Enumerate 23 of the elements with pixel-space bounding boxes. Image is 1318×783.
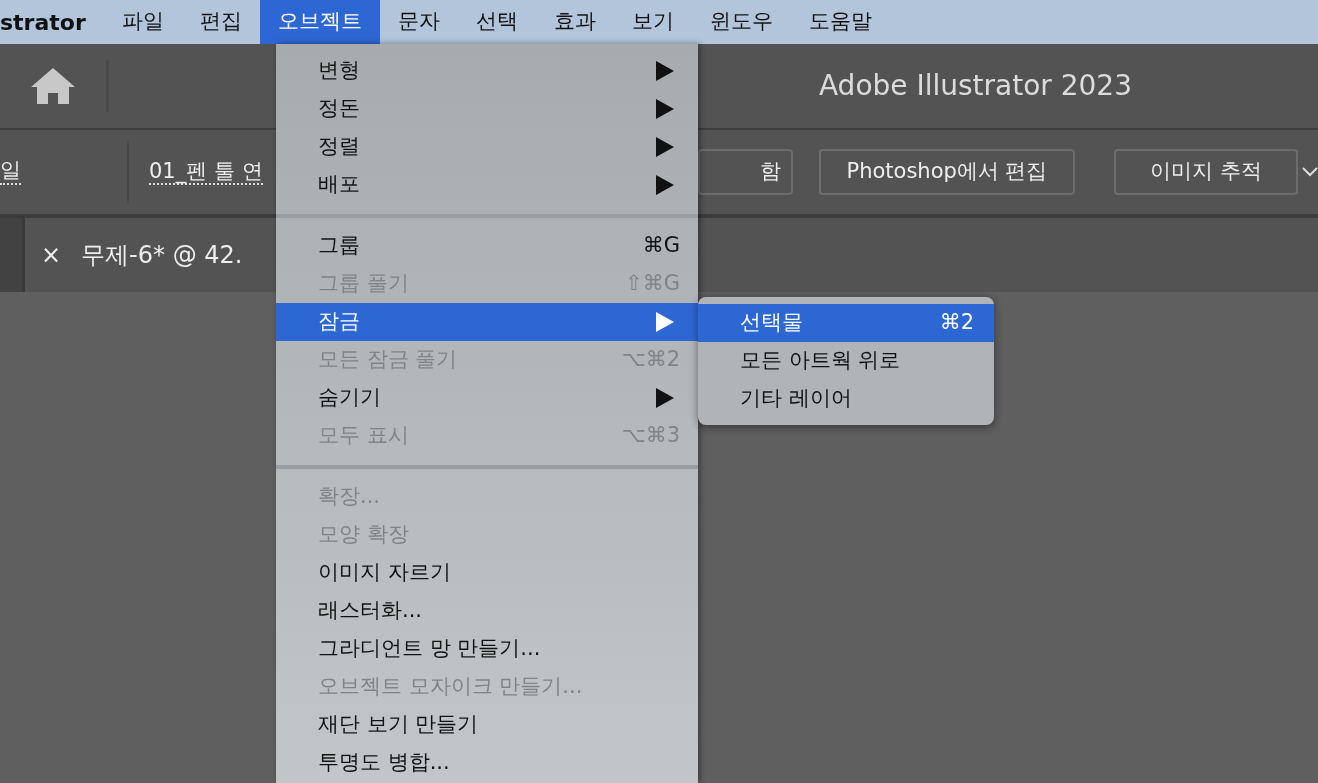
menu-entry-label: 그룹 bbox=[318, 232, 360, 260]
shortcut-text: ⌘G bbox=[642, 232, 680, 260]
menu-entry-label: 그라디언트 망 만들기... bbox=[318, 635, 541, 663]
shortcut-text: ⌘2 bbox=[939, 309, 974, 337]
menu-entry-label: 정렬 bbox=[318, 133, 360, 161]
menu-entry-label: 재단 보기 만들기 bbox=[318, 711, 479, 739]
menu-entry-label: 투명도 병합... bbox=[318, 749, 450, 777]
menu-entry-label: 래스터화... bbox=[318, 597, 423, 625]
menu-entry-label: 선택물 bbox=[740, 309, 803, 337]
menu-entry-label: 이미지 자르기 bbox=[318, 559, 451, 587]
menu-entry-label: 배포 bbox=[318, 171, 360, 199]
app-name: strator bbox=[0, 8, 87, 37]
menu-entry-label: 기타 레이어 bbox=[740, 385, 852, 413]
app-title: Adobe Illustrator 2023 bbox=[818, 68, 1132, 104]
tab-title: 무제-6* @ 42. bbox=[81, 240, 243, 271]
menu-entry-label: 정돈 bbox=[318, 95, 360, 123]
menu-entry-label: 모양 확장 bbox=[318, 521, 409, 549]
menu-entry-label: 오브젝트 모자이크 만들기... bbox=[318, 673, 583, 701]
menu-entry-label: 변형 bbox=[318, 57, 360, 85]
menu-entry-label: 잠금 bbox=[318, 308, 360, 336]
menu-entry-label: 확장... bbox=[318, 483, 381, 511]
menu-entry-label: 모든 아트웍 위로 bbox=[740, 347, 901, 375]
menu-entry-label: 숨기기 bbox=[318, 384, 381, 412]
